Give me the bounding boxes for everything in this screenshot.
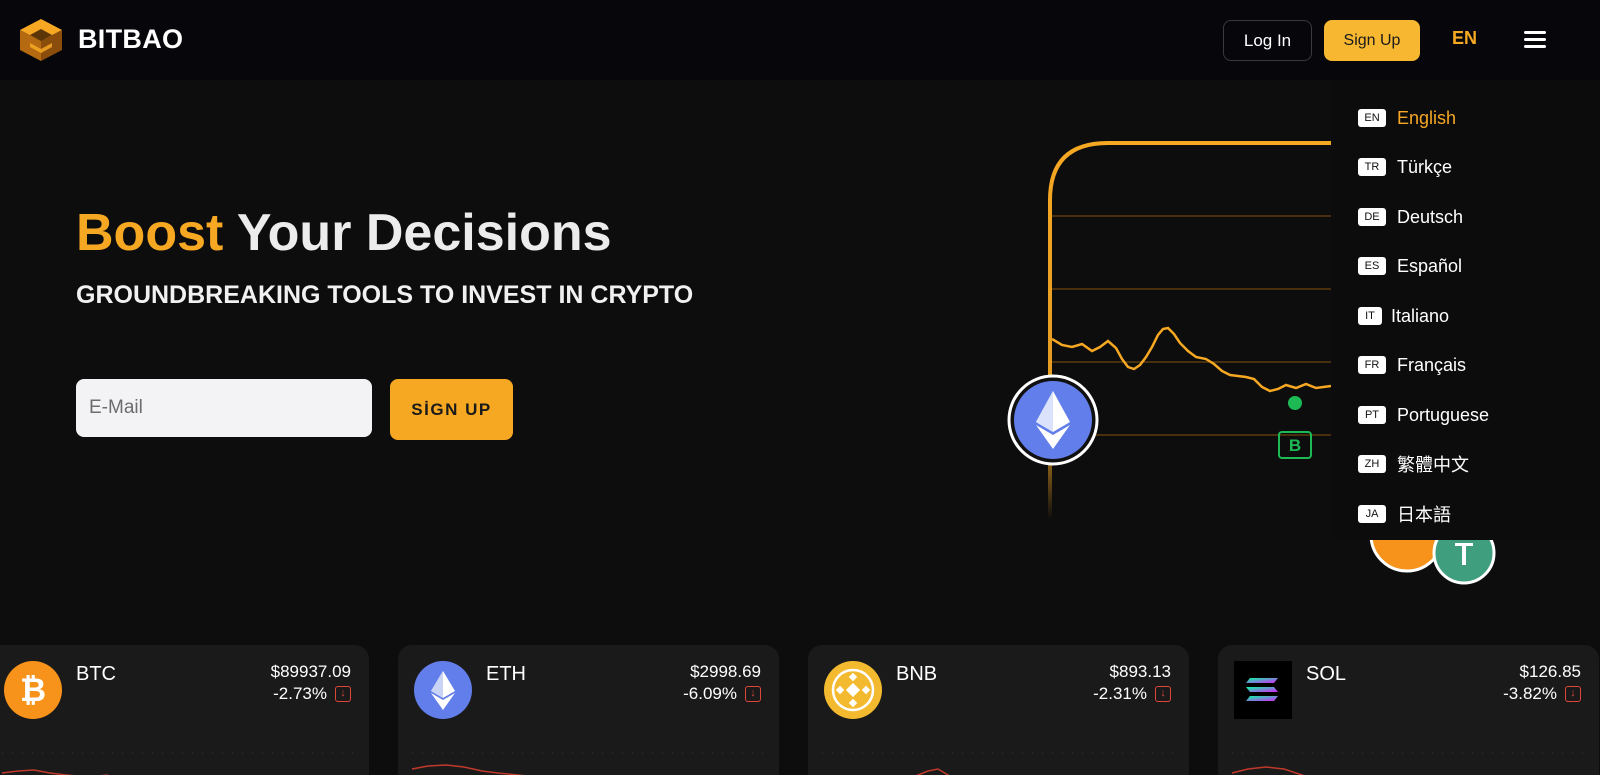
lang-code-badge: DE <box>1358 208 1386 226</box>
lang-code-badge: ES <box>1358 257 1386 275</box>
coin-card-sol[interactable]: SOL $126.85 -3.82% ↓ <box>1218 645 1599 775</box>
bitcoin-icon: ₿ <box>4 661 62 719</box>
email-input[interactable] <box>76 379 372 437</box>
coin-sparkline <box>1 752 354 775</box>
lang-option-label: Italiano <box>1391 305 1450 326</box>
lang-option-label: Portuguese <box>1397 404 1490 425</box>
lang-option-ja[interactable]: JA 日本語 <box>1358 499 1451 529</box>
lang-option-es[interactable]: ES Español <box>1358 251 1462 281</box>
price-line <box>1051 326 1332 393</box>
brand-name[interactable]: BITBAO <box>78 24 183 55</box>
coin-change: -6.09% <box>683 684 737 703</box>
arrow-down-icon: ↓ <box>1155 686 1171 702</box>
lang-option-fr[interactable]: FR Français <box>1358 350 1466 380</box>
arrow-down-icon: ↓ <box>335 686 351 702</box>
coin-card-btc[interactable]: ₿ BTC $89937.09 -2.73% ↓ <box>0 645 369 775</box>
lang-option-en[interactable]: EN English <box>1358 103 1456 133</box>
page: BITBAO Log In Sign Up EN Boost Your Deci… <box>0 0 1600 775</box>
hero-title: Boost Your Decisions <box>76 203 612 263</box>
coin-change: -2.73% <box>273 684 327 703</box>
bitbao-logo-icon[interactable] <box>16 17 66 63</box>
lang-code-badge: EN <box>1358 109 1386 127</box>
lang-option-label: Türkçe <box>1397 156 1453 177</box>
coin-sparkline <box>822 752 1174 775</box>
lang-code-badge: IT <box>1358 307 1382 325</box>
login-button[interactable]: Log In <box>1223 20 1312 61</box>
header-signup-button[interactable]: Sign Up <box>1324 20 1420 61</box>
buy-marker-label: B <box>1289 436 1301 455</box>
lang-option-zh[interactable]: ZH 繁體中文 <box>1358 449 1469 479</box>
language-selector[interactable]: EN <box>1452 28 1477 49</box>
hero-subtitle: GROUNDBREAKING TOOLS TO INVEST IN CRYPTO <box>76 281 694 309</box>
ethereum-icon <box>414 661 472 719</box>
coin-symbol: BNB <box>896 663 938 685</box>
coin-card-bnb[interactable]: BNB $893.13 -2.31% ↓ <box>808 645 1189 775</box>
chart-frame <box>1048 141 1331 520</box>
coin-price: $2998.69 <box>690 662 761 681</box>
coin-sparkline <box>1231 752 1584 775</box>
hero-title-rest: Your Decisions <box>223 204 612 262</box>
lang-option-label: English <box>1397 107 1457 128</box>
lang-option-label: Español <box>1397 255 1463 276</box>
coin-symbol: BTC <box>76 663 116 685</box>
coin-change: -2.31% <box>1093 684 1147 703</box>
ethereum-coin-icon <box>1007 374 1099 466</box>
coin-symbol: ETH <box>486 663 526 685</box>
solana-icon <box>1234 661 1292 719</box>
lang-code-badge: TR <box>1358 158 1386 176</box>
coin-price: $89937.09 <box>270 662 351 681</box>
lang-option-label: Français <box>1397 354 1467 375</box>
lang-option-label: Deutsch <box>1397 206 1464 227</box>
buy-point <box>1288 396 1302 410</box>
arrow-down-icon: ↓ <box>745 686 761 702</box>
lang-option-de[interactable]: DE Deutsch <box>1358 202 1463 232</box>
arrow-down-icon: ↓ <box>1565 686 1581 702</box>
coin-card-eth[interactable]: ETH $2998.69 -6.09% ↓ <box>398 645 779 775</box>
hamburger-menu-icon[interactable] <box>1524 31 1546 49</box>
hero-title-accent: Boost <box>76 204 224 262</box>
lang-option-pt[interactable]: PT Portuguese <box>1358 400 1489 430</box>
lang-option-label: 日本語 <box>1397 505 1451 525</box>
lang-code-badge: PT <box>1358 406 1386 424</box>
svg-text:₿: ₿ <box>20 672 46 708</box>
coin-price: $893.13 <box>1109 662 1171 681</box>
lang-code-badge: ZH <box>1358 455 1386 473</box>
language-dropdown: EN English TR Türkçe DE Deutsch ES Españ… <box>1331 80 1600 540</box>
coin-change: -3.82% <box>1503 684 1557 703</box>
lang-code-badge: FR <box>1358 356 1386 374</box>
lang-option-label: 繁體中文 <box>1397 455 1469 475</box>
coin-price: $126.85 <box>1519 662 1581 681</box>
coin-sparkline <box>411 752 764 775</box>
lang-code-badge: JA <box>1358 505 1386 523</box>
top-navbar: BITBAO Log In Sign Up EN <box>0 0 1600 80</box>
lang-option-tr[interactable]: TR Türkçe <box>1358 152 1452 182</box>
hero-signup-button[interactable]: SİGN UP <box>390 379 513 440</box>
coin-symbol: SOL <box>1306 663 1347 685</box>
lang-option-it[interactable]: IT Italiano <box>1358 301 1449 331</box>
bnb-icon <box>824 661 882 719</box>
